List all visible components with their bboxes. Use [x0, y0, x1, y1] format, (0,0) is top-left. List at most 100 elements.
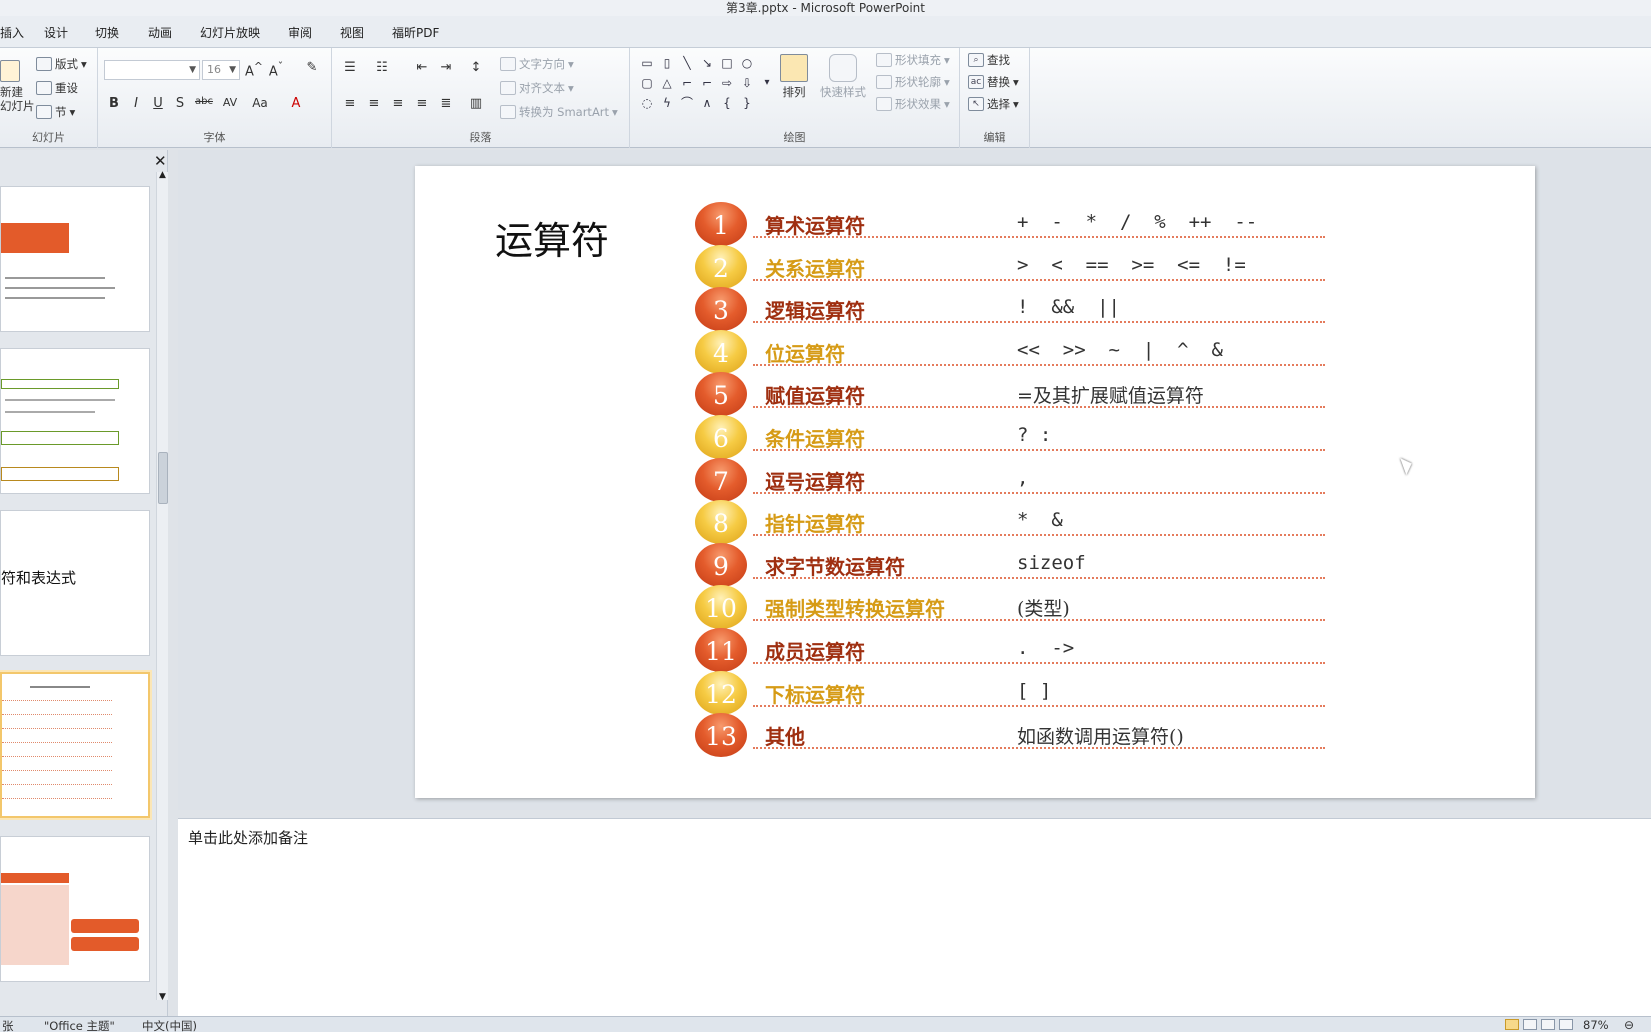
layout-button[interactable]: 版式 ▾ [36, 56, 87, 72]
left-brace-shape-icon[interactable]: { [718, 94, 736, 112]
tab-slideshow[interactable]: 幻灯片放映 [200, 24, 260, 41]
shape-outline-button[interactable]: 形状轮廓 ▾ [876, 74, 950, 90]
font-size-combo[interactable]: 16 ▼ [202, 60, 240, 80]
textbox-shape-icon[interactable]: ▭ [638, 54, 656, 72]
zoom-level[interactable]: 87% [1583, 1018, 1609, 1032]
align-text-button[interactable]: 对齐文本 ▾ [500, 80, 574, 96]
rectangle-shape-icon[interactable]: □ [718, 54, 736, 72]
zoom-out-icon[interactable]: ⊖ [1624, 1018, 1634, 1032]
decrease-indent-icon[interactable]: ⇤ [412, 60, 432, 75]
operator-category: 指针运算符 [765, 512, 865, 537]
slide-canvas[interactable]: 运算符 1 算术运算符 + - * / % ++ -- 2 关系运算符 > < == >=… [415, 166, 1535, 798]
status-bar: 张 "Office 主题" 中文(中国) 87% ⊖ [0, 1016, 1651, 1032]
tab-design[interactable]: 设计 [44, 24, 68, 41]
strikethrough-icon[interactable]: abc [194, 96, 214, 107]
number-badge: 10 [695, 585, 747, 630]
slide-thumbnail-5[interactable] [0, 836, 150, 982]
slide-thumbnail-4-selected[interactable] [0, 672, 150, 818]
elbow-connector-shape-icon[interactable]: ⌐ [678, 74, 696, 92]
align-center-icon[interactable]: ≡ [364, 96, 384, 111]
slide-thumbnail-2[interactable] [0, 348, 150, 494]
bullets-icon[interactable]: ☰ [340, 60, 360, 75]
replace-button[interactable]: ac 替换 ▾ [968, 74, 1019, 90]
shapes-more-icon[interactable]: ▾ [758, 74, 776, 92]
slide-thumbnail-1[interactable] [0, 186, 150, 332]
section-button[interactable]: 节 ▾ [36, 104, 75, 120]
font-color-icon[interactable]: A [286, 96, 306, 111]
arrange-button[interactable]: 排列 [780, 54, 808, 100]
distribute-icon[interactable]: ≣ [436, 96, 456, 111]
quick-styles-button[interactable]: 快速样式 [820, 54, 866, 100]
vertical-textbox-shape-icon[interactable]: ▯ [658, 54, 676, 72]
font-name-combo[interactable]: ▼ [104, 60, 200, 80]
operator-symbols: . -> [1017, 637, 1075, 659]
slide-title[interactable]: 运算符 [495, 210, 609, 265]
bold-icon[interactable]: B [104, 96, 124, 111]
curve-shape-icon[interactable]: ∧ [698, 94, 716, 112]
operator-category: 算术运算符 [765, 214, 865, 238]
line-shape-icon[interactable]: ╲ [678, 54, 696, 72]
elbow-arrow-shape-icon[interactable]: ⌐ [698, 74, 716, 92]
grow-font-icon[interactable]: A^ [244, 60, 264, 79]
notes-pane[interactable]: 单击此处添加备注 [178, 818, 1651, 1016]
shape-fill-button[interactable]: 形状填充 ▾ [876, 52, 950, 68]
rounded-rect-shape-icon[interactable]: ▢ [638, 74, 656, 92]
scrollbar-thumb[interactable] [158, 452, 168, 504]
scroll-up-icon[interactable]: ▲ [159, 170, 166, 180]
tab-view[interactable]: 视图 [340, 24, 364, 41]
tab-foxit-pdf[interactable]: 福昕PDF [392, 24, 439, 41]
right-brace-shape-icon[interactable]: } [738, 94, 756, 112]
tab-insert[interactable]: 插入 [0, 24, 24, 41]
operator-category: 其他 [765, 725, 805, 750]
binoculars-icon: ⌕ [968, 53, 984, 67]
language[interactable]: 中文(中国) [142, 1018, 197, 1032]
operator-row: 3 逻辑运算符 ! && || [695, 287, 1325, 332]
right-arrow-shape-icon[interactable]: ⇨ [718, 74, 736, 92]
char-spacing-icon[interactable]: AV [220, 96, 240, 109]
align-right-icon[interactable]: ≡ [388, 96, 408, 111]
arrow-line-shape-icon[interactable]: ↘ [698, 54, 716, 72]
drawing-group-label: 绘图 [783, 131, 806, 144]
text-direction-button[interactable]: 文字方向 ▾ [500, 56, 574, 72]
normal-view-icon[interactable] [1505, 1019, 1519, 1030]
oval-shape-icon[interactable]: ○ [738, 54, 756, 72]
increase-indent-icon[interactable]: ⇥ [436, 60, 456, 75]
select-button[interactable]: ↖ 选择 ▾ [968, 96, 1019, 112]
line-spacing-icon[interactable]: ↕ [466, 60, 486, 75]
close-panel-icon[interactable]: ✕ [154, 152, 167, 170]
columns-icon[interactable]: ▥ [466, 96, 486, 111]
smartart-button[interactable]: 转换为 SmartArt ▾ [500, 104, 618, 120]
slide-thumbnail-3[interactable]: 符和表达式 [0, 510, 150, 656]
shape-effects-button[interactable]: 形状效果 ▾ [876, 96, 950, 112]
triangle-shape-icon[interactable]: △ [658, 74, 676, 92]
underline-icon[interactable]: U [148, 96, 168, 111]
italic-icon[interactable]: I [126, 96, 146, 111]
reset-button[interactable]: 重设 [36, 80, 78, 96]
shadow-icon[interactable]: S [170, 96, 190, 111]
shrink-font-icon[interactable]: Aˇ [266, 60, 286, 79]
freeform-shape-icon[interactable]: ◌ [638, 94, 656, 112]
operator-row: 8 指针运算符 * & [695, 500, 1325, 545]
reading-view-icon[interactable] [1541, 1019, 1555, 1030]
number-badge: 8 [695, 500, 747, 545]
new-slide-button[interactable]: 新建 幻灯片 [0, 60, 35, 113]
operator-category: 强制类型转换运算符 [765, 597, 945, 622]
notes-placeholder[interactable]: 单击此处添加备注 [188, 827, 308, 848]
justify-icon[interactable]: ≡ [412, 96, 432, 111]
arc-shape-icon[interactable]: ⌒ [678, 94, 696, 112]
slideshow-view-icon[interactable] [1559, 1019, 1573, 1030]
lightning-shape-icon[interactable]: ϟ [658, 94, 676, 112]
thumbnail-scrollbar[interactable]: ▲ ▼ [156, 170, 168, 1002]
scroll-down-icon[interactable]: ▼ [159, 992, 166, 1002]
tab-review[interactable]: 审阅 [288, 24, 312, 41]
align-left-icon[interactable]: ≡ [340, 96, 360, 111]
numbering-icon[interactable]: ☷ [372, 60, 392, 75]
tab-animations[interactable]: 动画 [148, 24, 172, 41]
find-button[interactable]: ⌕ 查找 [968, 52, 1010, 68]
thumbnail-text-line [5, 277, 105, 279]
change-case-icon[interactable]: Aa [250, 96, 270, 110]
clear-format-icon[interactable]: ✎ [302, 60, 322, 75]
slide-sorter-view-icon[interactable] [1523, 1019, 1537, 1030]
down-arrow-shape-icon[interactable]: ⇩ [738, 74, 756, 92]
tab-transitions[interactable]: 切换 [95, 24, 119, 41]
